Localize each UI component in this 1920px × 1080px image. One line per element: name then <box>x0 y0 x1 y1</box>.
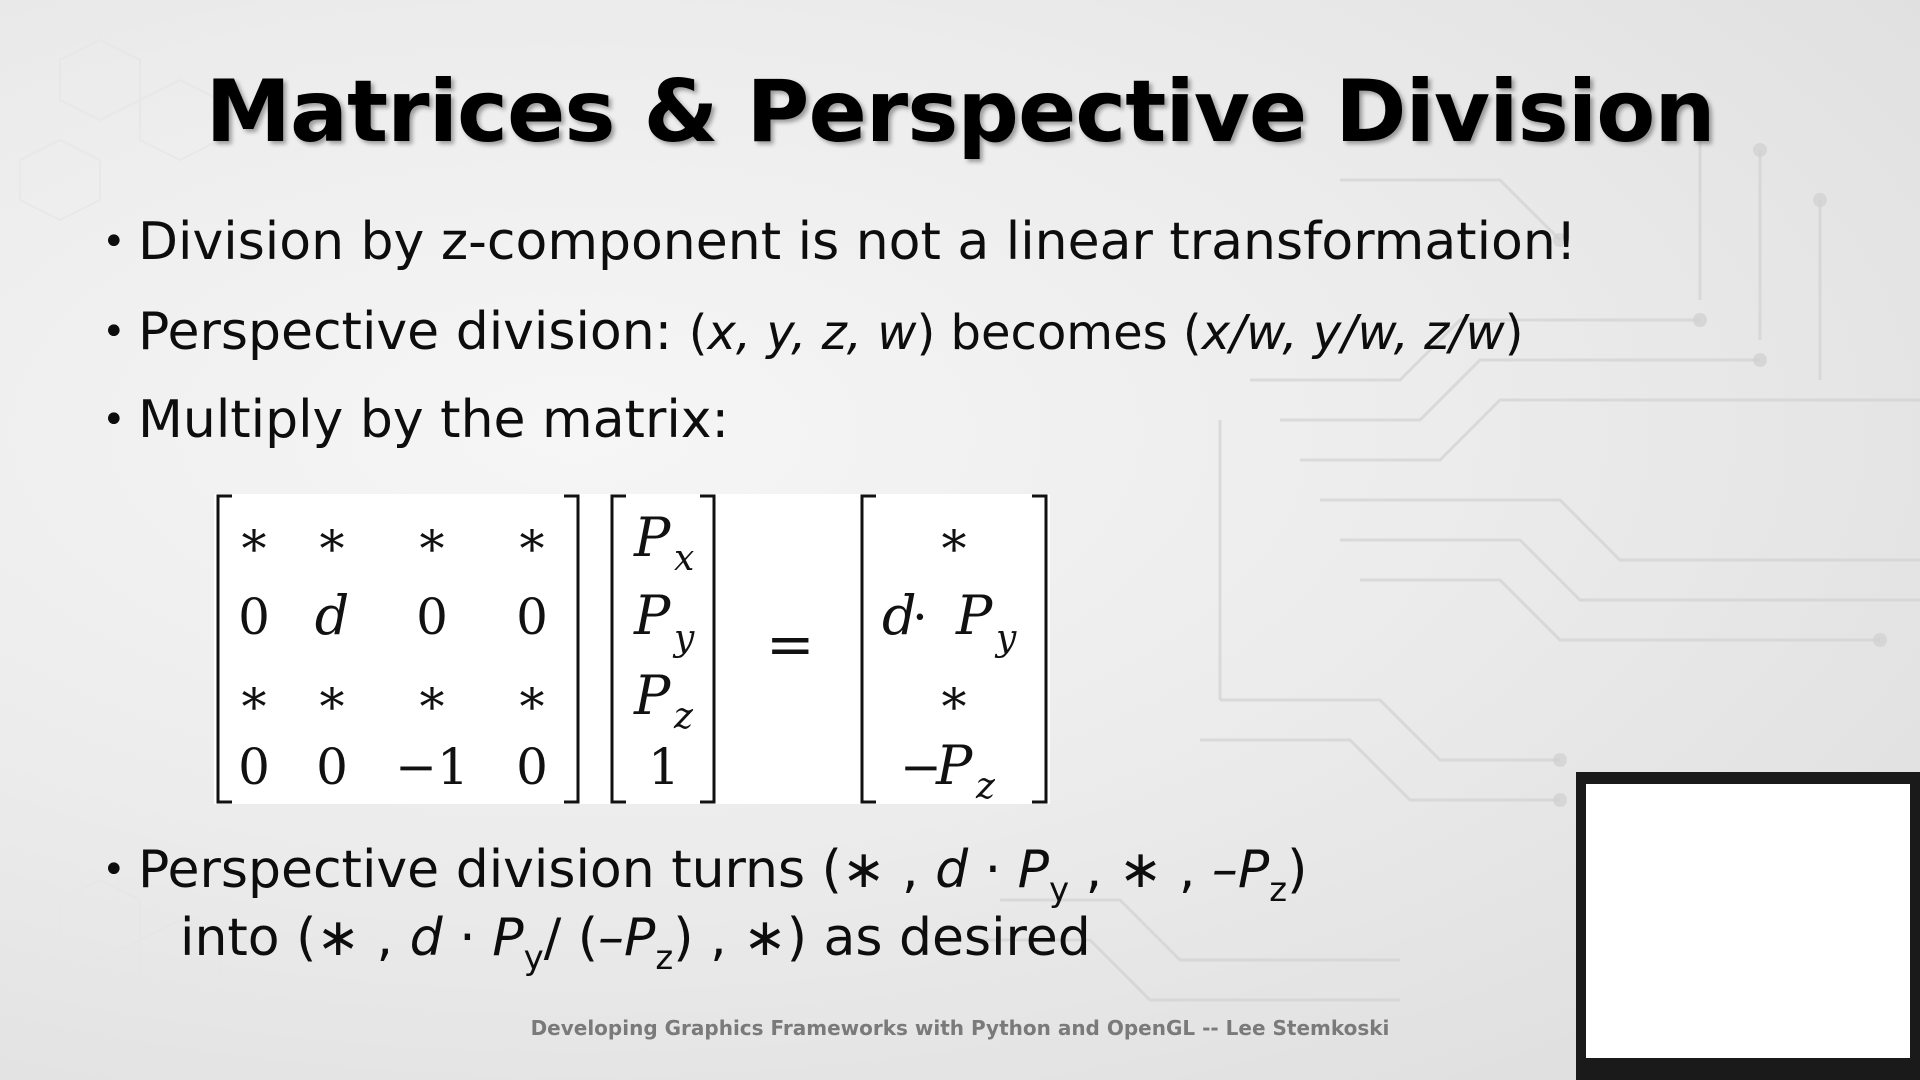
bullet-dot: • <box>102 397 126 443</box>
vector-left-bracket <box>610 494 626 804</box>
matrix-cell: −1 <box>395 738 469 796</box>
matrix-cell: ∗ <box>315 668 349 726</box>
bullet-text: Division by z-component is not a linear … <box>138 212 1577 272</box>
bullet-continuation: into (∗ , d · Py/ (–Pz) , ∗) as desired <box>180 906 1091 990</box>
result-subscript: y <box>994 618 1017 659</box>
matrix-right-bracket <box>564 494 580 804</box>
bullet-linear-note: • Division by z-component is not a linear… <box>102 210 1577 274</box>
matrix-cell: ∗ <box>237 668 271 726</box>
var-neg-P: –P <box>598 908 656 968</box>
matrix-cell: ∗ <box>415 510 449 568</box>
bullet-dot: • <box>102 847 126 893</box>
vector-cell: P <box>633 664 672 727</box>
webcam-overlay <box>1576 772 1920 1080</box>
matrix-left-bracket <box>216 494 232 804</box>
cont-suffix: ) , ∗) as desired <box>673 908 1091 968</box>
var-P: P <box>492 908 524 968</box>
subscript-z: z <box>1269 870 1288 910</box>
bullet-text: Perspective division turns ( <box>138 840 842 900</box>
result-cell-P: P <box>955 584 994 647</box>
result-subscript: z <box>975 766 996 804</box>
vector-right-bracket <box>700 494 716 804</box>
webcam-screen <box>1586 784 1910 1058</box>
bullet-perspective-division: • Perspective division: (x, y, z, w) beco… <box>102 300 1524 365</box>
vector-cell: 1 <box>648 738 680 796</box>
matrix-cell: ∗ <box>415 668 449 726</box>
matrix-cell: 0 <box>516 738 548 796</box>
subscript-y: y <box>1049 870 1070 910</box>
vector-cell: P <box>633 584 672 647</box>
matrix-cell: 0 <box>238 738 270 796</box>
vector-subscript: y <box>672 618 695 659</box>
bullet-dot: • <box>102 309 126 355</box>
var-d: d <box>409 908 443 968</box>
equals-sign: = <box>766 610 815 678</box>
result-cell-dot: · <box>912 588 928 646</box>
star-separator: , ∗ , <box>1069 840 1212 900</box>
matrix-cell: 0 <box>416 588 448 646</box>
paren-close: ) <box>1287 840 1308 900</box>
matrix-cell: 0 <box>316 738 348 796</box>
bullet-dot: • <box>102 219 126 265</box>
var-neg-P: –P <box>1211 840 1270 900</box>
vector-subscript: z <box>673 696 694 737</box>
matrix-cell: 0 <box>238 588 270 646</box>
matrix-equation-svg: ∗ ∗ ∗ ∗ 0 d 0 0 ∗ ∗ ∗ ∗ 0 0 −1 0 P x P y… <box>216 494 1048 804</box>
result-right-bracket <box>1032 494 1048 804</box>
matrix-cell: ∗ <box>237 510 271 568</box>
cont-prefix: into (∗ , <box>180 908 410 968</box>
subscript-y: y <box>523 938 544 978</box>
star-symbol: ∗ , <box>841 840 936 900</box>
slide-title: Matrices & Perspective Division <box>205 62 1715 162</box>
matrix-cell: ∗ <box>515 510 549 568</box>
paren-close: ) <box>1504 305 1524 361</box>
matrix-cell: d <box>315 584 350 647</box>
dot-operator: · <box>968 840 1018 900</box>
matrix-cell: ∗ <box>315 510 349 568</box>
result-cell: ∗ <box>937 510 971 568</box>
vector-subscript: x <box>674 538 694 579</box>
matrix-equation: ∗ ∗ ∗ ∗ 0 d 0 0 ∗ ∗ ∗ ∗ 0 0 −1 0 P x P y… <box>214 494 1050 804</box>
bullet-text: Multiply by the matrix: <box>138 390 730 450</box>
var-d: d <box>935 840 969 900</box>
result-cell: ∗ <box>937 668 971 726</box>
input-vector: x, y, z, w <box>707 305 917 361</box>
becomes-text: ) becomes ( <box>916 305 1202 361</box>
bullet-text: Perspective division: <box>138 302 689 362</box>
divide-text: / ( <box>543 908 599 968</box>
result-vector: x/w, y/w, z/w <box>1201 305 1505 361</box>
matrix-cell: 0 <box>516 588 548 646</box>
dot-operator: · <box>442 908 493 968</box>
bullet-multiply: • Multiply by the matrix: <box>102 388 729 452</box>
matrix-cell: ∗ <box>515 668 549 726</box>
paren-open: ( <box>688 305 708 361</box>
result-cell-P: P <box>935 734 974 797</box>
vector-cell: P <box>633 506 672 569</box>
subscript-z: z <box>655 938 674 978</box>
var-P: P <box>1017 840 1050 900</box>
result-left-bracket <box>860 494 876 804</box>
